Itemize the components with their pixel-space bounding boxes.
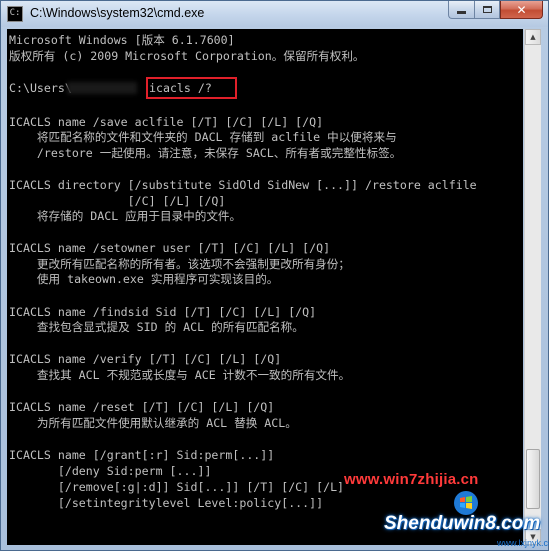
console-line: 将匹配名称的文件和文件夹的 DACL 存储到 aclfile 中以便将来与 — [9, 130, 397, 144]
minimize-button[interactable] — [448, 1, 474, 19]
prompt-path: C:\Users\ — [9, 81, 72, 95]
scroll-up-button[interactable]: ▲ — [525, 29, 541, 45]
window-controls: ✕ — [448, 1, 543, 20]
watermark-site-2: Shenduwin8.com — [384, 513, 541, 534]
maximize-button[interactable] — [474, 1, 500, 19]
minimize-icon — [457, 11, 466, 14]
console-line: ICACLS name /setowner user [/T] [/C] [/L… — [9, 241, 331, 255]
console-line: ICACLS directory [/substitute SidOld Sid… — [9, 178, 477, 192]
maximize-icon — [482, 6, 492, 13]
close-button[interactable]: ✕ — [500, 1, 543, 19]
console-line: ICACLS name /reset [/T] [/C] [/L] [/Q] — [9, 400, 275, 414]
console-line: 更改所有匹配名称的所有者。该选项不会强制更改所有身份； — [9, 257, 350, 271]
console-line: 版权所有 (c) 2009 Microsoft Corporation。保留所有… — [9, 49, 365, 63]
console-line: ICACLS name [/grant[:r] Sid:perm[...]] — [9, 448, 275, 462]
console-line: 查找包含显式提及 SID 的 ACL 的所有匹配名称。 — [9, 320, 304, 334]
console-line: 使用 takeown.exe 实用程序可实现该目的。 — [9, 272, 279, 286]
console-line: ICACLS name /save aclfile [/T] [/C] [/L]… — [9, 115, 324, 129]
close-icon: ✕ — [516, 2, 527, 17]
console-line: 将存储的 DACL 应用于目录中的文件。 — [9, 209, 242, 223]
console-line: /restore 一起使用。请注意，未保存 SACL、所有者或完整性标签。 — [9, 146, 402, 160]
console-line: [/deny Sid:perm [...]] — [9, 464, 212, 478]
console-line: ICACLS name /findsid Sid [/T] [/C] [/L] … — [9, 305, 317, 319]
console-icon[interactable]: C: — [7, 6, 23, 22]
command-highlight-box — [146, 77, 237, 99]
console-line: [/setintegritylevel Level:policy[...]] — [9, 496, 324, 510]
watermark-site-1: www.win7zhijia.cn — [344, 471, 479, 488]
vertical-scrollbar[interactable]: ▲ ▼ — [524, 29, 541, 545]
title-bar[interactable]: C: C:\Windows\system32\cmd.exe ✕ — [1, 1, 548, 27]
console-line: [/remove[:g|:d]] Sid[...]] [/T] [/C] [/L… — [9, 480, 345, 494]
console-window: C: C:\Windows\system32\cmd.exe ✕ Microso… — [0, 0, 549, 551]
console-line: 为所有匹配文件使用默认继承的 ACL 替换 ACL。 — [9, 416, 297, 430]
console-line: Microsoft Windows [版本 6.1.7600] — [9, 33, 235, 47]
console-line: 查找其 ACL 不规范或长度与 ACE 计数不一致的所有文件。 — [9, 368, 351, 382]
console-output[interactable]: Microsoft Windows [版本 6.1.7600] 版权所有 (c)… — [7, 29, 523, 545]
scroll-thumb[interactable] — [526, 449, 540, 509]
console-line: ICACLS name /verify [/T] [/C] [/L] [/Q] — [9, 352, 282, 366]
redacted-username — [67, 82, 137, 94]
watermark-site-3: www.lxjnyk.com — [497, 538, 549, 548]
console-line: [/C] [/L] [/Q] — [9, 194, 226, 208]
window-title: C:\Windows\system32\cmd.exe — [30, 6, 205, 20]
scroll-up-icon: ▲ — [530, 33, 536, 41]
